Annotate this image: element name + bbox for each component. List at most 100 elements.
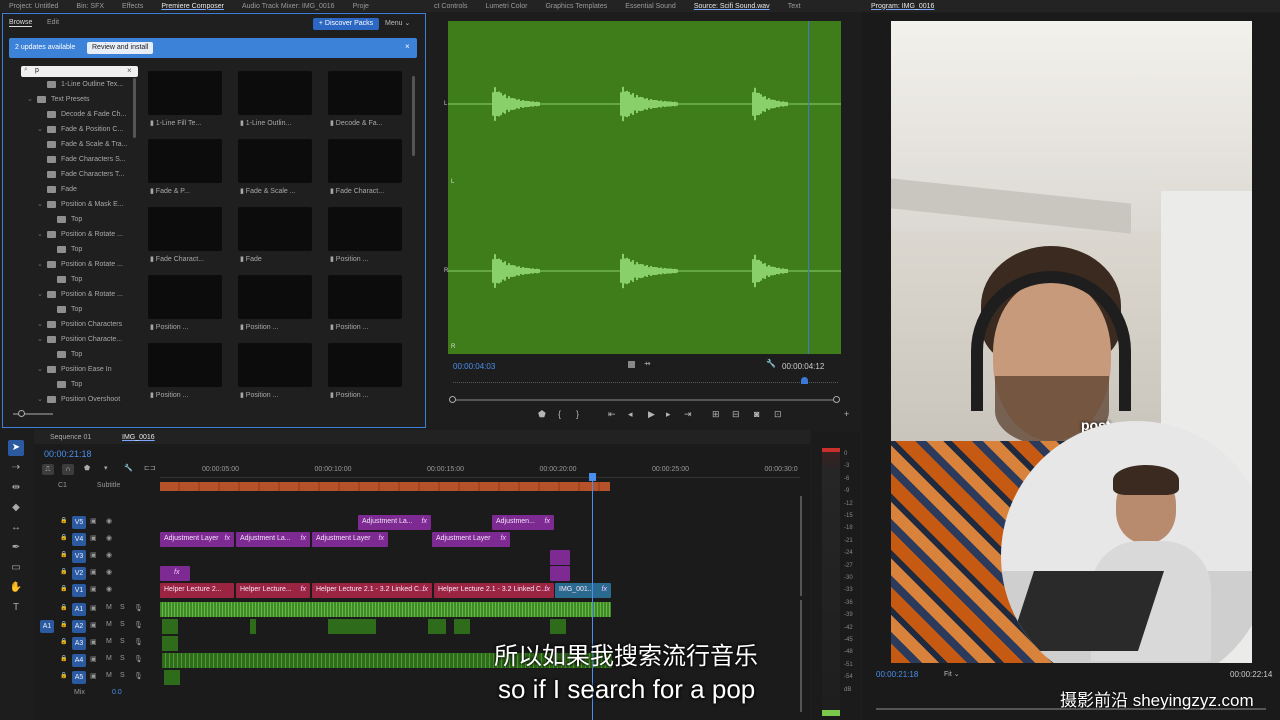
tree-item[interactable]: Top [17,347,82,362]
preset-thumbnail[interactable] [238,71,312,115]
sync-lock-icon[interactable]: ▣ [90,534,97,542]
tree-item[interactable]: Decode & Fade Ch... [17,107,126,122]
sync-icon[interactable]: ▣ [90,604,97,612]
add-marker-tl-icon[interactable]: ⬟ [84,464,90,472]
tree-item[interactable]: ⌄ Position Characters [17,317,122,332]
track-target-toggle[interactable]: A4 [72,654,86,667]
solo-icon[interactable]: S [120,672,125,679]
composer-subtab-browse[interactable]: Browse [9,19,33,27]
program-video-frame[interactable]: post [891,21,1252,663]
sync-icon[interactable]: ▣ [90,638,97,646]
linked-selection-icon[interactable]: ∩ [62,464,74,475]
sync-icon[interactable]: ▣ [90,621,97,629]
timeline-vertical-scroll[interactable] [800,496,802,596]
insert-clip-icon[interactable]: ⊞ [712,409,720,420]
track-target-toggle[interactable]: V1 [72,584,86,597]
mute-icon[interactable]: M [106,672,112,679]
preset-thumbnail[interactable] [238,207,312,251]
clip-v5-adjustment-1[interactable]: Adjustment La... fx [358,515,431,530]
mix-value[interactable]: 0.0 [112,689,122,696]
tab-bin[interactable]: Bin: SFX [67,3,113,10]
subtitle-clips[interactable] [160,482,610,491]
mute-icon[interactable]: M [106,655,112,662]
add-button-icon[interactable]: + [844,409,849,419]
source-timecode-in[interactable]: 00:00:04:03 [453,362,495,371]
tab-project-2[interactable]: Proje [344,3,378,10]
audio-clip-a2-6[interactable] [550,619,566,634]
discover-packs-button[interactable]: + Discover Packs [313,18,379,30]
chevron-down-icon[interactable]: ⌄ [37,227,47,242]
chevron-down-icon[interactable]: ⌄ [27,92,37,107]
timeline-timecode[interactable]: 00:00:21:18 [44,449,92,459]
zoom-slider[interactable] [13,410,53,417]
tab-text[interactable]: Text [779,3,810,10]
track-target-toggle[interactable]: V5 [72,516,86,529]
track-target-toggle[interactable]: A1 [72,603,86,616]
microphone-icon[interactable]: 🎙 [134,638,143,646]
eye-icon[interactable]: ◉ [106,534,112,542]
grid-scrollbar[interactable] [412,76,415,156]
solo-icon[interactable]: S [120,638,125,645]
audio-clip-a2-5[interactable] [454,619,470,634]
mark-out-icon[interactable]: } [576,409,579,419]
tree-item[interactable]: ⌄ Text Presets [17,92,90,107]
mark-in-icon[interactable]: { [558,409,561,419]
chevron-down-icon[interactable]: ⌄ [37,257,47,272]
timeline-playhead-head[interactable] [589,473,596,481]
microphone-icon[interactable]: 🎙 [134,655,143,663]
source-ruler-marker[interactable] [801,377,808,384]
tree-item[interactable]: Top [17,242,82,257]
sync-icon[interactable]: ▣ [90,672,97,680]
tree-item[interactable]: ⌄ Position & Rotate ... [17,257,123,272]
source-zoom-handle-right[interactable] [833,396,840,403]
program-timecode[interactable]: 00:00:21:18 [876,670,918,679]
tree-item[interactable]: Top [17,302,82,317]
tree-item[interactable]: ⌄ Position & Rotate ... [17,287,123,302]
solo-icon[interactable]: S [120,604,125,611]
wrench-icon[interactable]: 🔧 [766,359,776,368]
composer-subtab-edit[interactable]: Edit [47,19,59,26]
fit-dropdown[interactable]: Fit ⌄ [944,670,960,678]
clip-v4-adjustment-3[interactable]: Adjustment Layer fx [312,532,388,547]
step-back-icon[interactable]: ◂ [628,409,633,420]
preset-thumbnail[interactable] [238,275,312,319]
clip-v2-purple[interactable] [550,566,570,581]
tree-item[interactable]: Fade Characters T... [17,167,124,182]
audio-clip-a1[interactable] [160,602,611,617]
rectangle-tool-icon[interactable]: ▭ [8,560,24,576]
add-marker-icon[interactable]: ⬟ [538,409,546,420]
preset-thumbnail[interactable] [238,343,312,387]
tree-item[interactable]: ⌄ Fade & Position C... [17,122,123,137]
preset-thumbnail[interactable] [328,139,402,183]
chevron-down-icon[interactable]: ⌄ [37,287,47,302]
insert-icon[interactable]: ⇸ [644,359,651,368]
tree-item[interactable]: Top [17,377,82,392]
eye-icon[interactable]: ◉ [106,568,112,576]
source-patch-a1[interactable]: A1 [40,620,54,633]
tab-effect-controls[interactable]: ct Controls [425,3,476,10]
tree-item[interactable]: ⌄ Position & Mask E... [17,197,124,212]
lock-icon[interactable]: 🔒 [60,568,67,575]
preset-thumbnail[interactable] [328,207,402,251]
play-icon[interactable]: ▶ [648,409,655,420]
lock-icon[interactable]: 🔒 [60,551,67,558]
tree-item[interactable]: 1-Line Outline Tex... [17,77,123,92]
hand-tool-icon[interactable]: ✋ [8,580,24,596]
lock-icon[interactable]: 🔒 [60,585,67,592]
lock-icon[interactable]: 🔒 [60,638,67,645]
search-field[interactable]: ⌕ p × [21,66,138,77]
tab-project[interactable]: Project: Untitled [0,3,67,10]
pen-tool-icon[interactable]: ✒ [8,540,24,556]
step-forward-icon[interactable]: ▸ [666,409,671,420]
timeline-ruler[interactable] [160,460,800,478]
sync-lock-icon[interactable]: ▣ [90,551,97,559]
source-settings-icon[interactable] [628,361,635,368]
preset-thumbnail[interactable] [148,275,222,319]
export-frame-icon[interactable]: ⊡ [774,409,782,420]
chevron-down-icon[interactable]: ⌄ [37,122,47,137]
tab-essential-sound[interactable]: Essential Sound [616,3,685,10]
tab-source[interactable]: Source: Scifi Sound.wav [685,3,779,10]
timeline-vertical-scroll-2[interactable] [800,600,802,712]
ripple-edit-tool-icon[interactable]: ⇹ [8,480,24,496]
track-target-toggle[interactable]: V2 [72,567,86,580]
